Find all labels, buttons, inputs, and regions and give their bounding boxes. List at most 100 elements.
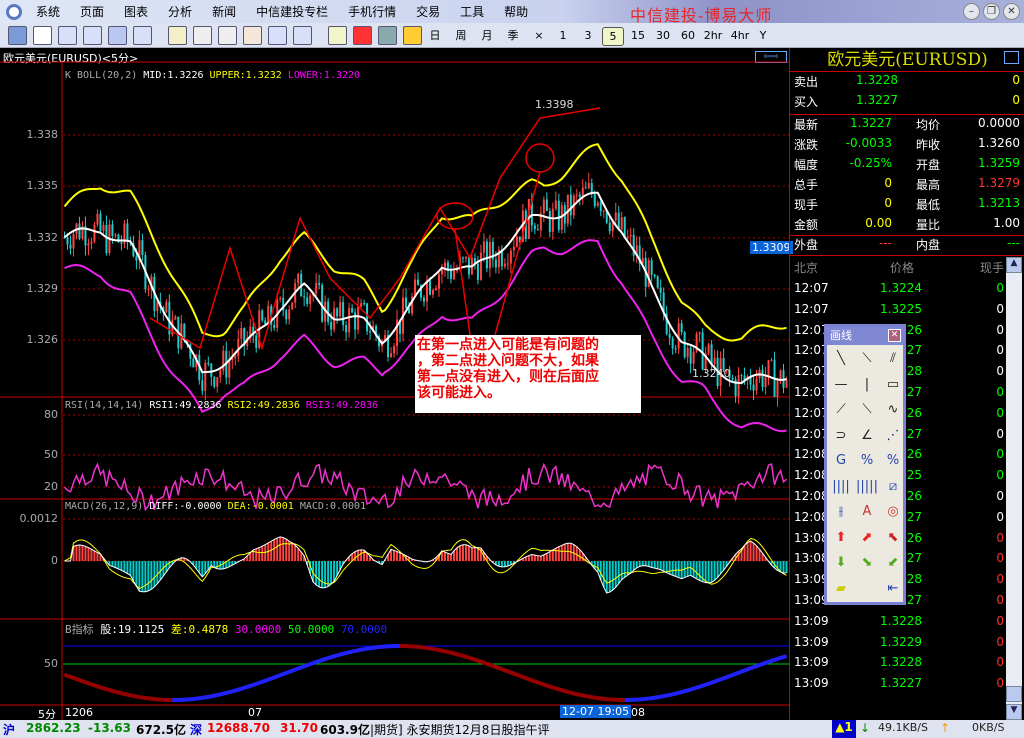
expand-icon[interactable]: [293, 26, 312, 45]
arc-icon[interactable]: ⊃: [830, 426, 852, 446]
drawing-panel-titlebar[interactable]: 画线 ✕: [827, 327, 903, 345]
menu-item[interactable]: 系统: [26, 3, 70, 20]
candle: [111, 224, 114, 236]
zoom-in-icon[interactable]: [193, 26, 212, 45]
period-button-周[interactable]: 周: [450, 27, 472, 44]
restore-button[interactable]: ❐: [983, 3, 1000, 20]
period-button-×[interactable]: ×: [528, 27, 550, 44]
line-chart-icon[interactable]: [33, 26, 52, 45]
news-ticker[interactable]: |期货] 永安期货12月8日股指午评: [370, 721, 549, 738]
b-indicator-segment: [108, 688, 113, 693]
switch-window-icon[interactable]: [268, 26, 287, 45]
percent-lines-icon[interactable]: %: [856, 451, 878, 471]
arrow-down-right-icon[interactable]: ⬊: [856, 553, 878, 573]
percent-lines-2-icon[interactable]: %: [882, 451, 904, 471]
menu-item[interactable]: 分析: [158, 3, 202, 20]
arrow-down-left-icon[interactable]: ⬋: [882, 553, 904, 573]
period-button-2hr[interactable]: 2hr: [702, 27, 724, 44]
hand-select-icon[interactable]: [243, 26, 262, 45]
annotation-note[interactable]: 在第一点进入可能是有问题的 ，第二点进入问题不大，如果 第一点没有进入，则在后面…: [415, 335, 641, 413]
parallel-lines-icon[interactable]: ⫽: [882, 349, 904, 369]
lightning-icon[interactable]: [403, 26, 422, 45]
period-button-30[interactable]: 30: [652, 27, 674, 44]
menu-item[interactable]: 中信建投专栏: [246, 3, 338, 20]
app-logo-icon[interactable]: [6, 3, 22, 20]
annotation-line: 该可能进入。: [417, 385, 501, 401]
andrews-pitchfork-icon[interactable]: ⫲: [830, 502, 852, 522]
b-indicator-segment: [435, 647, 440, 653]
menu-item[interactable]: 图表: [114, 3, 158, 20]
horizontal-line-icon[interactable]: —: [830, 375, 852, 395]
menu-item[interactable]: 交易: [406, 3, 450, 20]
text-icon[interactable]: A: [856, 502, 878, 522]
scroll-up-icon[interactable]: ▲: [1006, 257, 1022, 273]
b-indicator-segment: [240, 685, 245, 691]
segment-icon[interactable]: ⟍: [856, 349, 878, 369]
f10-icon[interactable]: [133, 26, 152, 45]
scroll-down-icon[interactable]: ▼: [1006, 704, 1022, 720]
delete-all-icon[interactable]: ⇤: [882, 579, 904, 599]
alert-badge[interactable]: ▲1: [832, 720, 856, 738]
arrow-up-left-icon[interactable]: ⬉: [882, 528, 904, 548]
candle: [318, 282, 321, 285]
zoom-out-icon[interactable]: [218, 26, 237, 45]
maximize-panel-button[interactable]: [1004, 51, 1019, 64]
refresh-icon[interactable]: [168, 26, 187, 45]
speed-lines-icon[interactable]: ⧄: [882, 477, 904, 497]
ray-down-icon[interactable]: ⟍: [856, 400, 878, 420]
vertical-line-icon[interactable]: |: [856, 375, 878, 395]
rectangle-icon[interactable]: ▭: [882, 375, 904, 395]
period-button-60[interactable]: 60: [677, 27, 699, 44]
ray-up-icon[interactable]: ⟋: [830, 400, 852, 420]
gann-fan-icon[interactable]: ⋰: [882, 426, 904, 446]
line-icon[interactable]: ╲: [830, 349, 852, 369]
draw-line-icon[interactable]: [328, 26, 347, 45]
period-button-15[interactable]: 15: [627, 27, 649, 44]
macd-name: MACD(26,12,9): [65, 501, 144, 512]
users-icon[interactable]: [378, 26, 397, 45]
period-button-Y[interactable]: Y: [752, 27, 774, 44]
gann-circle-icon[interactable]: ◎: [882, 502, 904, 522]
period-button-5[interactable]: 5: [602, 27, 624, 46]
arrow-down-icon[interactable]: ⬇: [830, 553, 852, 573]
chart-area[interactable]: [0, 48, 789, 720]
b-indicator-segment: [543, 682, 548, 688]
arrow-up-right-icon[interactable]: ⬈: [856, 528, 878, 548]
period-button-日[interactable]: 日: [424, 27, 446, 44]
drawing-tools-panel[interactable]: 画线 ✕ ╲ ⟍ ⫽ — | ▭ ⟋ ⟍ ∿ ⊃ ∠ ⋰ G%% |||| ||||| ⧄ ⫲ A ◎ ⬆ ⬈ ⬉ ⬇ ⬊ ⬋ ▰…: [824, 324, 906, 605]
b-indicator-segment: [213, 693, 218, 698]
menu-item[interactable]: 手机行情: [338, 3, 406, 20]
angle-icon[interactable]: ∠: [856, 426, 878, 446]
quote-list-icon[interactable]: [83, 26, 102, 45]
fib-retracement-icon[interactable]: G: [830, 451, 852, 471]
candle: [680, 323, 683, 333]
arrow-up-icon[interactable]: ⬆: [830, 528, 852, 548]
close-button[interactable]: ✕: [1003, 3, 1020, 20]
period-button-1[interactable]: 1: [552, 27, 574, 44]
time-cycles-icon[interactable]: ||||: [830, 477, 852, 497]
period-button-3[interactable]: 3: [577, 27, 599, 44]
tick-list-scrollbar[interactable]: ▲ ▼: [1006, 257, 1022, 720]
period-button-4hr[interactable]: 4hr: [729, 27, 751, 44]
minimize-button[interactable]: –: [963, 3, 980, 20]
back-icon[interactable]: [8, 26, 27, 45]
menu-item[interactable]: 帮助: [494, 3, 538, 20]
b-indicator-segment: [228, 689, 233, 695]
alarm-bell-icon[interactable]: [353, 26, 372, 45]
eraser-icon[interactable]: ▰: [830, 579, 852, 599]
drawing-panel-close-button[interactable]: ✕: [888, 329, 901, 342]
candle: [686, 347, 689, 358]
menu-item[interactable]: 新闻: [202, 3, 246, 20]
wave-icon[interactable]: ∿: [882, 400, 904, 420]
info-screen-icon[interactable]: [108, 26, 127, 45]
fib-time-icon[interactable]: |||||: [856, 477, 878, 497]
time-label: 07: [248, 706, 262, 719]
period-button-季[interactable]: 季: [502, 27, 524, 44]
high-price-label: 1.3398: [535, 98, 574, 111]
menu-item[interactable]: 工具: [450, 3, 494, 20]
period-button-月[interactable]: 月: [476, 27, 498, 44]
scroll-thumb[interactable]: [1006, 686, 1022, 702]
menu-item[interactable]: 页面: [70, 3, 114, 20]
candle-chart-icon[interactable]: [58, 26, 77, 45]
b-indicator-segment: [207, 694, 212, 699]
